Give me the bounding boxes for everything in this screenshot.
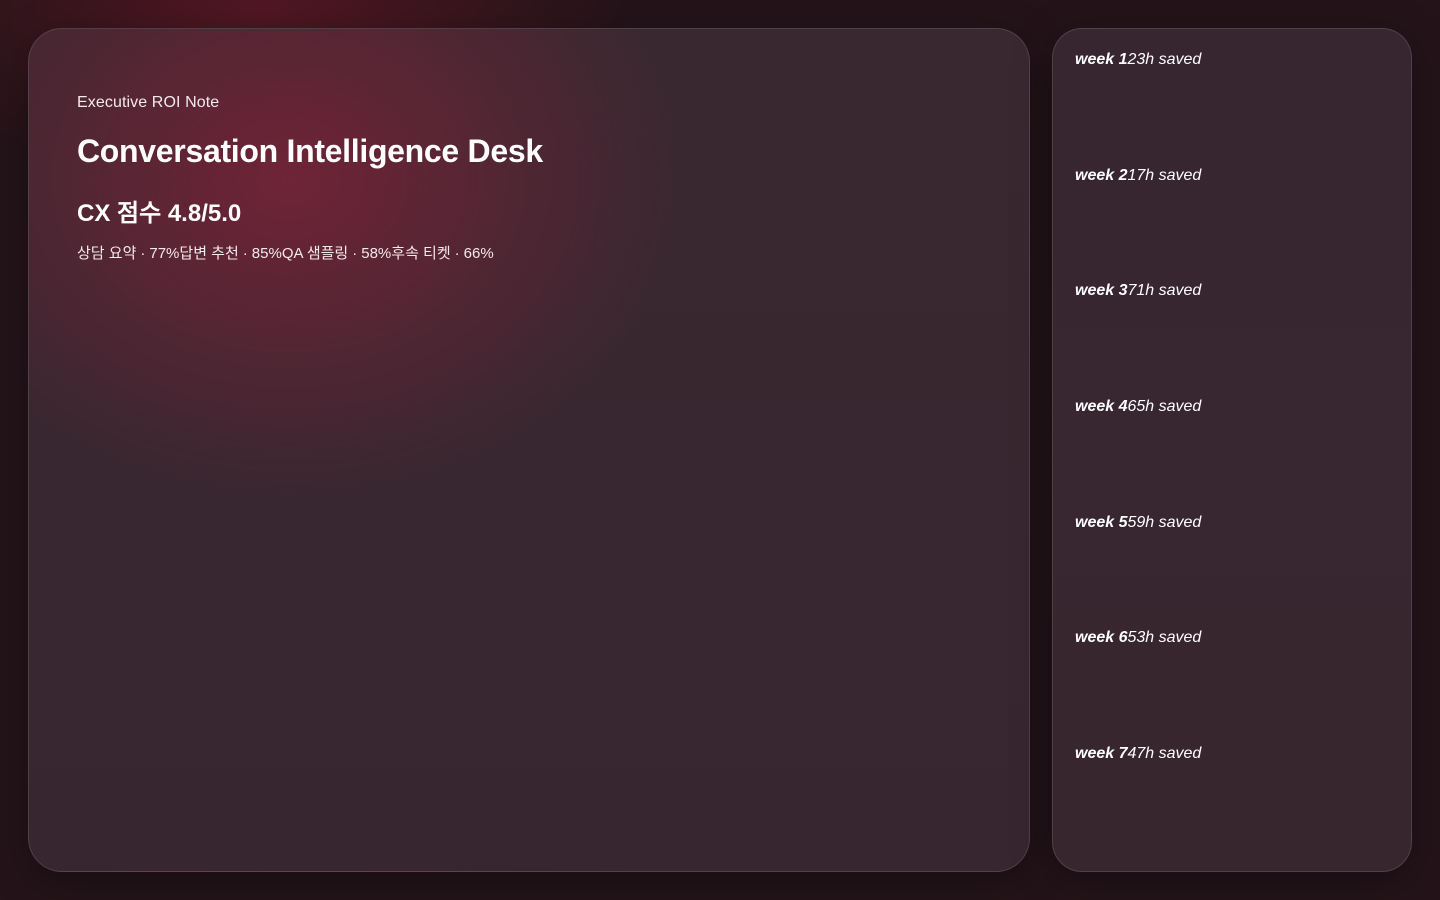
week-list: week 123h saved week 217h saved week 371… xyxy=(1075,51,1391,861)
weekly-savings-panel: week 123h saved week 217h saved week 371… xyxy=(1052,28,1412,872)
separator: · xyxy=(140,245,146,262)
metric-reply-value: 85% xyxy=(251,245,282,262)
metrics-line: 상담 요약 · 77%답변 추천 · 85%QA 샘플링 · 58%후속 티켓 · 66% xyxy=(77,242,494,263)
cx-score: CX 점수 4.8/5.0 xyxy=(77,200,242,227)
week-item: week 465h saved xyxy=(1075,398,1391,514)
hours-saved: 65h saved xyxy=(1127,398,1202,416)
hours-saved: 71h saved xyxy=(1127,282,1202,300)
hours-saved: 47h saved xyxy=(1127,745,1202,763)
hours-saved: 17h saved xyxy=(1127,166,1202,184)
metric-qa-value: 58% xyxy=(361,245,392,262)
week-item: week 371h saved xyxy=(1075,282,1391,398)
week-item: week 217h saved xyxy=(1075,167,1391,283)
metric-qa-label: QA 샘플링 xyxy=(281,245,349,262)
week-label: week 6 xyxy=(1075,629,1128,647)
metric-ticket-label: 후속 티켓 xyxy=(391,245,451,262)
week-label: week 1 xyxy=(1075,51,1128,68)
week-label: week 5 xyxy=(1075,513,1128,531)
separator: · xyxy=(242,245,248,262)
metric-summary-label: 상담 요약 xyxy=(77,245,137,262)
week-item: week 123h saved xyxy=(1075,51,1391,167)
roi-main-panel: Executive ROI Note Conversation Intellig… xyxy=(28,28,1030,872)
hours-saved: 53h saved xyxy=(1127,629,1202,647)
metric-summary-value: 77% xyxy=(149,245,180,262)
week-label: week 3 xyxy=(1075,282,1128,300)
week-item: week 747h saved xyxy=(1075,745,1391,861)
page-title: Conversation Intelligence Desk xyxy=(77,133,543,169)
metric-reply-label: 답변 추천 xyxy=(179,245,239,262)
week-label: week 2 xyxy=(1075,166,1128,184)
metric-ticket-value: 66% xyxy=(463,245,494,262)
week-label: week 4 xyxy=(1075,398,1128,416)
week-item: week 653h saved xyxy=(1075,629,1391,745)
kicker-label: Executive ROI Note xyxy=(77,94,220,111)
hours-saved: 23h saved xyxy=(1127,51,1202,68)
week-label: week 7 xyxy=(1075,745,1128,763)
separator: · xyxy=(352,245,358,262)
separator: · xyxy=(454,245,460,262)
hours-saved: 59h saved xyxy=(1127,513,1202,531)
week-item: week 559h saved xyxy=(1075,514,1391,630)
